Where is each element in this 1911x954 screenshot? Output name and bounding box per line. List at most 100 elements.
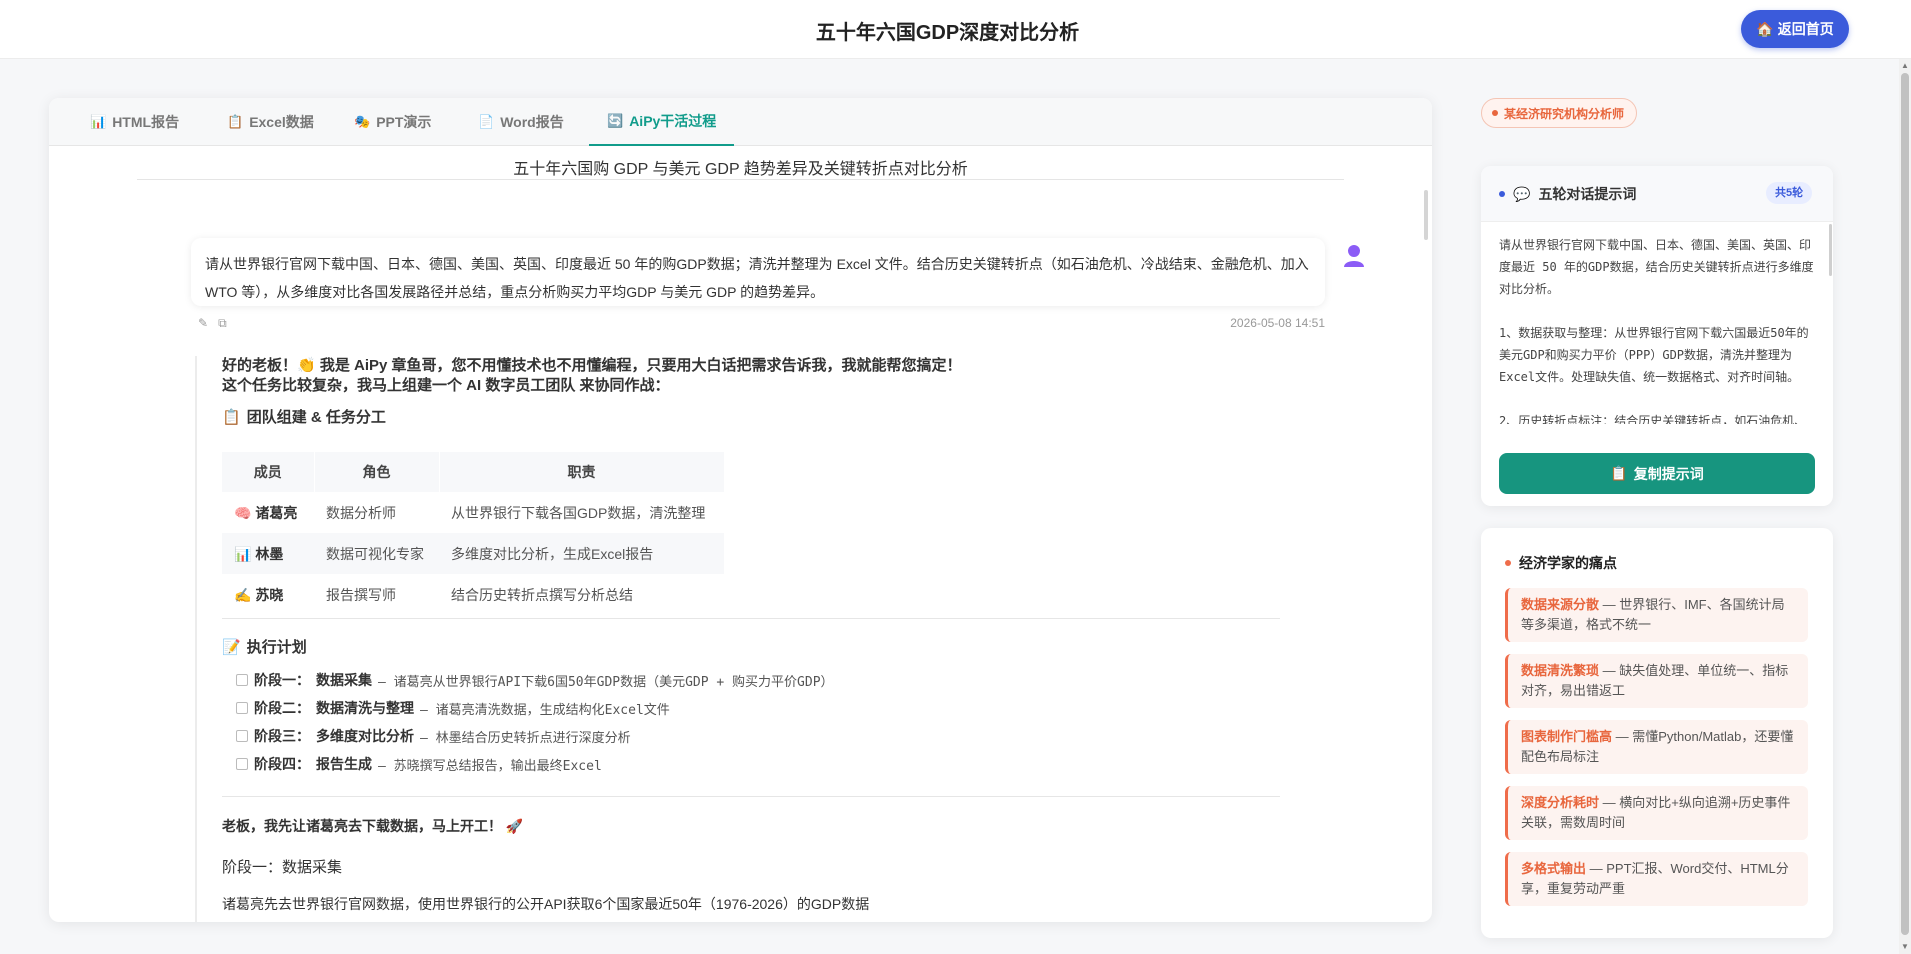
home-icon: 🏠 xyxy=(1756,20,1774,37)
member-name-text: 林墨 xyxy=(255,545,284,562)
tab-excel-data[interactable]: 📋 Excel数据 xyxy=(209,98,332,146)
home-button-label: 返回首页 xyxy=(1777,21,1834,37)
plan-item[interactable]: 阶段一： 数据采集 – 诸葛亮从世界银行API下载6国50年GDP数据（美元GDP… xyxy=(236,670,834,690)
prompt-paragraph: 1、数据获取与整理：从世界银行官网下载六国最近50年的美元GDP和购买力平价（P… xyxy=(1499,326,1809,384)
status-dot xyxy=(1499,191,1505,197)
round-count-badge: 共5轮 xyxy=(1766,182,1813,204)
stage-description: 诸葛亮先去世界银行官网数据，使用世界银行的公开API获取6个国家最近50年（19… xyxy=(222,896,870,912)
pain-key: 深度分析耗时 xyxy=(1521,795,1600,810)
message-tools: ✎ ⧉ xyxy=(198,316,227,331)
prompt-card-header: 💬 五轮对话提示词 共5轮 xyxy=(1481,166,1833,222)
pain-key: 图表制作门槛高 xyxy=(1521,729,1613,744)
writing-hand-icon: ✍️ xyxy=(234,586,252,603)
page-title: 五十年六国GDP深度对比分析 xyxy=(815,22,1080,44)
tab-label: Word报告 xyxy=(500,114,564,130)
tab-label: AiPy干活过程 xyxy=(629,113,717,129)
prompt-paragraph: 2、历史转折点标注：结合历史关键转折点，如石油危机、冷战结束等进行标注。 xyxy=(1499,414,1807,424)
badge-label: 某经济研究机构分析师 xyxy=(1504,106,1625,121)
member-duty: 多维度对比分析，生成Excel报告 xyxy=(439,533,724,574)
plan-stage: 阶段三： xyxy=(254,728,310,744)
tab-aipy-process[interactable]: 🔄 AiPy干活过程 xyxy=(589,98,735,146)
plan-title: 报告生成 xyxy=(316,756,372,772)
plan-stage: 阶段二： xyxy=(254,700,310,716)
pain-key: 数据来源分散 xyxy=(1521,597,1600,612)
divider xyxy=(137,179,1344,180)
home-button[interactable]: 🏠 返回首页 xyxy=(1741,10,1849,48)
pain-title-text: 经济学家的痛点 xyxy=(1519,555,1617,571)
member-name: 🧠 诸葛亮 xyxy=(222,492,314,533)
copy-icon[interactable]: ⧉ xyxy=(218,316,227,331)
checkbox[interactable] xyxy=(236,702,248,714)
main-panel: 📊 HTML报告 📋 Excel数据 🎭 PPT演示 📄 Word报告 🔄 Ai… xyxy=(49,98,1432,922)
plan-stage: 阶段一： xyxy=(254,672,310,688)
prompt-title: 💬 五轮对话提示词 xyxy=(1499,184,1636,204)
theater-masks-icon: 🎭 xyxy=(354,114,371,129)
member-name-text: 苏晓 xyxy=(255,586,284,603)
plan-heading-text: 执行计划 xyxy=(246,639,307,656)
plan-item[interactable]: 阶段四： 报告生成 – 苏晓撰写总结报告，输出最终Excel xyxy=(236,754,602,774)
tab-label: Excel数据 xyxy=(249,114,314,130)
plan-item[interactable]: 阶段二： 数据清洗与整理 – 诸葛亮清洗数据，生成结构化Excel文件 xyxy=(236,698,670,718)
team-heading-text: 团队组建 & 任务分工 xyxy=(246,409,386,426)
prompt-scrollbar[interactable] xyxy=(1829,224,1832,276)
plan-desc: – 诸葛亮从世界银行API下载6国50年GDP数据（美元GDP + 购买力平价G… xyxy=(378,674,834,690)
user-avatar-icon xyxy=(1344,245,1364,267)
reply-greeting: 好的老板！👏 我是 AiPy 章鱼哥，您不用懂技术也不用懂编程，只要用大白话把需… xyxy=(222,357,962,374)
clipboard-icon: 📋 xyxy=(1610,465,1628,481)
scrollbar-thumb[interactable] xyxy=(1901,73,1909,935)
stage-label: 阶段一：数据采集 xyxy=(222,859,343,876)
tab-ppt[interactable]: 🎭 PPT演示 xyxy=(336,98,449,146)
table-row: 📊 林墨 数据可视化专家 多维度对比分析，生成Excel报告 xyxy=(222,533,724,574)
team-table: 成员 角色 职责 🧠 诸葛亮 数据分析师 从世界银行下载各国GDP数据，清洗整理… xyxy=(222,452,725,615)
member-name: 📊 林墨 xyxy=(222,533,314,574)
member-name: ✍️ 苏晓 xyxy=(222,574,314,615)
checkbox[interactable] xyxy=(236,758,248,770)
conversation-title: 五十年六国购 GDP 与美元 GDP 趋势差异及关键转折点对比分析 xyxy=(513,161,968,178)
pain-point-item: 数据来源分散 — 世界银行、IMF、各国统计局等多渠道，格式不统一 xyxy=(1505,588,1808,642)
reply-go-line: 老板，我先让诸葛亮去下载数据，马上开工！ 🚀 xyxy=(222,818,524,834)
scroll-down-icon[interactable]: ▼ xyxy=(1901,942,1909,951)
clipboard-icon: 📋 xyxy=(222,408,241,426)
member-duty: 从世界银行下载各国GDP数据，清洗整理 xyxy=(439,492,724,533)
edit-icon[interactable]: ✎ xyxy=(198,316,208,331)
prompt-title-text: 五轮对话提示词 xyxy=(1538,186,1637,202)
copy-prompt-button[interactable]: 📋 复制提示词 xyxy=(1499,453,1815,494)
reply-intro: 这个任务比较复杂，我马上组建一个 AI 数字员工团队 来协同作战： xyxy=(222,377,670,394)
checkbox[interactable] xyxy=(236,674,248,686)
plan-item[interactable]: 阶段三： 多维度对比分析 – 林墨结合历史转折点进行深度分析 xyxy=(236,726,631,746)
copy-prompt-label: 复制提示词 xyxy=(1633,465,1704,482)
pain-point-item: 数据清洗繁琐 — 缺失值处理、单位统一、指标对齐，易出错返工 xyxy=(1505,654,1808,708)
scroll-up-icon[interactable]: ▲ xyxy=(1901,61,1909,70)
team-heading: 📋 团队组建 & 任务分工 xyxy=(222,406,386,427)
table-row: 🧠 诸葛亮 数据分析师 从世界银行下载各国GDP数据，清洗整理 xyxy=(222,492,724,533)
clipboard-icon: 📋 xyxy=(227,114,244,129)
assistant-reply: 好的老板！👏 我是 AiPy 章鱼哥，您不用懂技术也不用懂编程，只要用大白话把需… xyxy=(195,356,1335,922)
plan-stage: 阶段四： xyxy=(254,756,310,772)
checkbox[interactable] xyxy=(236,730,248,742)
memo-icon: 📝 xyxy=(222,638,241,656)
member-name-text: 诸葛亮 xyxy=(255,504,298,521)
pain-key: 多格式输出 xyxy=(1521,861,1587,876)
bar-chart-icon: 📊 xyxy=(234,545,252,562)
plan-desc: – 林墨结合历史转折点进行深度分析 xyxy=(420,730,631,746)
prompt-paragraph: 请从世界银行官网下载中国、日本、德国、美国、英国、印度最近 50 年的GDP数据… xyxy=(1499,238,1814,296)
table-header: 成员 xyxy=(222,452,315,492)
plan-desc: – 苏晓撰写总结报告，输出最终Excel xyxy=(378,758,602,774)
tab-bar: 📊 HTML报告 📋 Excel数据 🎭 PPT演示 📄 Word报告 🔄 Ai… xyxy=(49,98,1432,146)
tab-word-report[interactable]: 📄 Word报告 xyxy=(460,98,582,146)
plan-title: 数据采集 xyxy=(316,672,372,688)
divider xyxy=(222,796,1280,797)
pain-point-item: 深度分析耗时 — 横向对比+纵向追溯+历史事件关联，需数周时间 xyxy=(1505,786,1808,840)
member-duty: 结合历史转折点撰写分析总结 xyxy=(439,574,724,615)
tab-html-report[interactable]: 📊 HTML报告 xyxy=(72,98,197,146)
message-timestamp: 2026-05-08 14:51 xyxy=(1230,316,1325,330)
table-header: 职责 xyxy=(439,452,725,492)
status-dot xyxy=(1505,560,1511,566)
page-scrollbar[interactable]: ▲ ▼ xyxy=(1899,59,1911,954)
chat-scrollbar[interactable] xyxy=(1424,190,1428,240)
table-row: ✍️ 苏晓 报告撰写师 结合历史转折点撰写分析总结 xyxy=(222,574,724,615)
status-dot xyxy=(1492,110,1498,116)
top-bar: 五十年六国GDP深度对比分析 🏠 返回首页 xyxy=(0,0,1911,59)
analyst-badge: 某经济研究机构分析师 xyxy=(1481,98,1638,128)
divider xyxy=(222,618,1280,619)
